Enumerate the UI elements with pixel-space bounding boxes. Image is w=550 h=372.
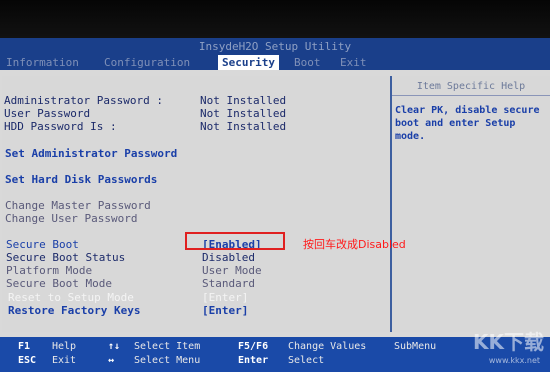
footer-action-select-menu: Select Menu — [134, 355, 200, 367]
key-f1-action: Help — [52, 341, 77, 352]
secure-boot-mode-value: Standard — [202, 277, 255, 290]
tab-information[interactable]: Information — [2, 55, 83, 70]
reset-setup-mode-value[interactable]: [Enter] — [202, 291, 248, 304]
change-master-password-item: Change Master Password — [5, 199, 151, 212]
help-text: Clear PK, disable secure boot and enter … — [395, 105, 540, 142]
tab-exit[interactable]: Exit — [336, 55, 371, 70]
secure-boot-status-value: Disabled — [202, 251, 255, 264]
tab-boot[interactable]: Boot — [290, 55, 325, 70]
restore-factory-keys-value[interactable]: [Enter] — [202, 304, 248, 317]
footer-action-help: Help — [52, 341, 76, 353]
footer-action-select: Select — [288, 355, 324, 367]
user-password-value: Not Installed — [200, 107, 287, 120]
user-password-label: User Password — [4, 107, 91, 120]
hdd-password-label: HDD Password Is : — [4, 120, 117, 133]
key-enter-action: Select — [288, 355, 325, 366]
footer-action-exit: Exit — [52, 355, 76, 367]
footer-action-select-item: Select Item — [134, 341, 200, 353]
secure-boot-highlight-box — [185, 232, 285, 250]
key-legend-footer: F1 Help ESC Exit ↑↓ Select Item ↔ Select… — [0, 337, 550, 372]
restore-factory-keys-item[interactable]: Restore Factory Keys — [8, 304, 140, 317]
footer-key-leftright: ↔ — [108, 355, 114, 367]
menu-bar: Information Configuration Security Boot … — [0, 55, 550, 70]
annotation-note: 按回车改成Disabled — [303, 238, 406, 251]
monitor-bezel — [0, 0, 550, 38]
footer-action-change-values: Change Values — [288, 341, 366, 353]
footer-key-f1: F1 — [18, 341, 30, 353]
key-updown-label: ↑↓ — [108, 341, 121, 352]
footer-key-updown: ↑↓ — [108, 341, 120, 353]
bios-title: InsydeH2O Setup Utility — [0, 38, 550, 55]
admin-password-label: Administrator Password : — [4, 94, 163, 107]
key-esc-action: Exit — [52, 355, 77, 366]
key-submenu-action: SubMenu — [394, 341, 437, 352]
security-panel: Administrator Password : Not Installed U… — [2, 76, 392, 332]
secure-boot-status-label: Secure Boot Status — [6, 251, 126, 264]
key-f5f6-label: F5/F6 — [238, 341, 269, 352]
key-leftright-action: Select Menu — [134, 355, 201, 366]
watermark-logo: KK下载 — [473, 330, 544, 354]
key-f5f6-action: Change Values — [288, 341, 367, 352]
set-hdd-passwords-item[interactable]: Set Hard Disk Passwords — [5, 173, 157, 186]
footer-key-enter: Enter — [238, 355, 268, 367]
footer-key-f5f6: F5/F6 — [238, 341, 268, 353]
change-user-password-item: Change User Password — [5, 212, 138, 225]
hdd-password-value: Not Installed — [200, 120, 287, 133]
secure-boot-mode-label: Secure Boot Mode — [6, 277, 112, 290]
help-panel: Item Specific Help Clear PK, disable sec… — [392, 76, 550, 332]
admin-password-value: Not Installed — [200, 94, 287, 107]
tab-configuration[interactable]: Configuration — [100, 55, 194, 70]
set-admin-password-item[interactable]: Set Administrator Password — [5, 147, 177, 160]
key-updown-action: Select Item — [134, 341, 201, 352]
key-enter-label: Enter — [238, 355, 269, 366]
platform-mode-value: User Mode — [202, 264, 262, 277]
secure-boot-label[interactable]: Secure Boot — [6, 238, 79, 251]
key-esc-label: ESC — [18, 355, 37, 366]
key-f1-label: F1 — [18, 341, 31, 352]
tab-security[interactable]: Security — [218, 55, 279, 70]
key-leftright-label: ↔ — [108, 355, 115, 366]
help-title: Item Specific Help — [392, 81, 550, 96]
reset-setup-mode-item[interactable]: Reset to Setup Mode — [8, 291, 134, 304]
platform-mode-label: Platform Mode — [6, 264, 93, 277]
footer-action-submenu: SubMenu — [394, 341, 436, 353]
footer-key-esc: ESC — [18, 355, 36, 367]
watermark-url: www.kkx.net — [488, 356, 540, 365]
